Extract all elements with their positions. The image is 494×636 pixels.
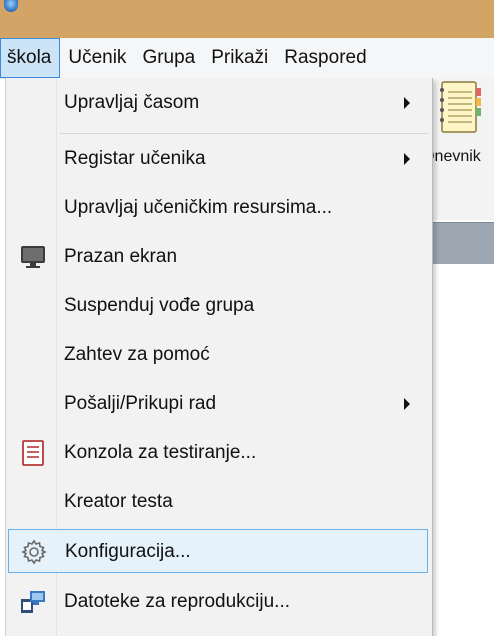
menu-item-label: Prazan ekran (64, 246, 178, 267)
skola-dropdown-menu: Upravljaj časom Registar učenika Upravlj… (5, 78, 433, 636)
menu-bar: škola Učenik Grupa Prikaži Raspored (0, 38, 494, 79)
menu-item-label: Suspenduj vođe grupa (64, 295, 255, 316)
background-content (430, 264, 494, 636)
menu-raspored[interactable]: Raspored (276, 38, 374, 78)
monitor-icon (21, 246, 45, 268)
menu-item-registar-ucenika[interactable]: Registar učenika (8, 137, 428, 181)
menu-item-upravljaj-resursima[interactable]: Upravljaj učeničkim resursima... (8, 186, 428, 230)
menu-item-upravljaj-casom[interactable]: Upravljaj časom (8, 81, 428, 125)
submenu-arrow-icon (404, 97, 410, 109)
replay-files-icon (21, 591, 45, 613)
menu-item-label: Upravljaj učeničkim resursima... (64, 197, 333, 218)
menu-item-prazan-ekran[interactable]: Prazan ekran (8, 235, 428, 279)
app-icon (4, 0, 18, 12)
submenu-arrow-icon (404, 153, 410, 165)
menu-item-label: Konzola za testiranje... (64, 442, 257, 463)
menu-item-datoteke-za-reprodukciju[interactable]: Datoteke za reprodukciju... (8, 580, 428, 624)
menu-item-konfiguracija[interactable]: Konfiguracija... (8, 529, 428, 573)
menu-item-label: Kreator testa (64, 491, 173, 512)
menu-item-suspenduj-vode-grupa[interactable]: Suspenduj vođe grupa (8, 284, 428, 328)
background-header-bar (430, 222, 494, 265)
title-bar (0, 0, 494, 38)
menu-item-zahtev-za-pomoc[interactable]: Zahtev za pomoć (8, 333, 428, 377)
notebook-icon[interactable] (436, 80, 482, 136)
menu-item-label: Upravljaj časom (64, 92, 200, 113)
menu-item-posalji-prikupi-rad[interactable]: Pošalji/Prikupi rad (8, 382, 428, 426)
menu-skola[interactable]: škola (0, 38, 61, 78)
menu-separator (60, 133, 428, 134)
menu-prikazi[interactable]: Prikaži (203, 38, 276, 78)
app-window: škola Učenik Grupa Prikaži Raspored Dnev… (0, 0, 494, 636)
menu-item-label: Pošalji/Prikupi rad (64, 393, 217, 414)
menu-grupa[interactable]: Grupa (134, 38, 203, 78)
menu-item-label: Registar učenika (64, 148, 206, 169)
menu-item-label: Datoteke za reprodukciju... (64, 591, 291, 612)
submenu-arrow-icon (404, 398, 410, 410)
menu-ucenik[interactable]: Učenik (60, 38, 134, 78)
menu-item-label: Zahtev za pomoć (64, 344, 210, 365)
gear-icon (21, 539, 47, 565)
test-console-icon (22, 440, 44, 466)
menu-item-label: Konfiguracija... (65, 541, 191, 562)
menu-item-konzola-za-testiranje[interactable]: Konzola za testiranje... (8, 431, 428, 475)
menu-item-kreator-testa[interactable]: Kreator testa (8, 480, 428, 524)
